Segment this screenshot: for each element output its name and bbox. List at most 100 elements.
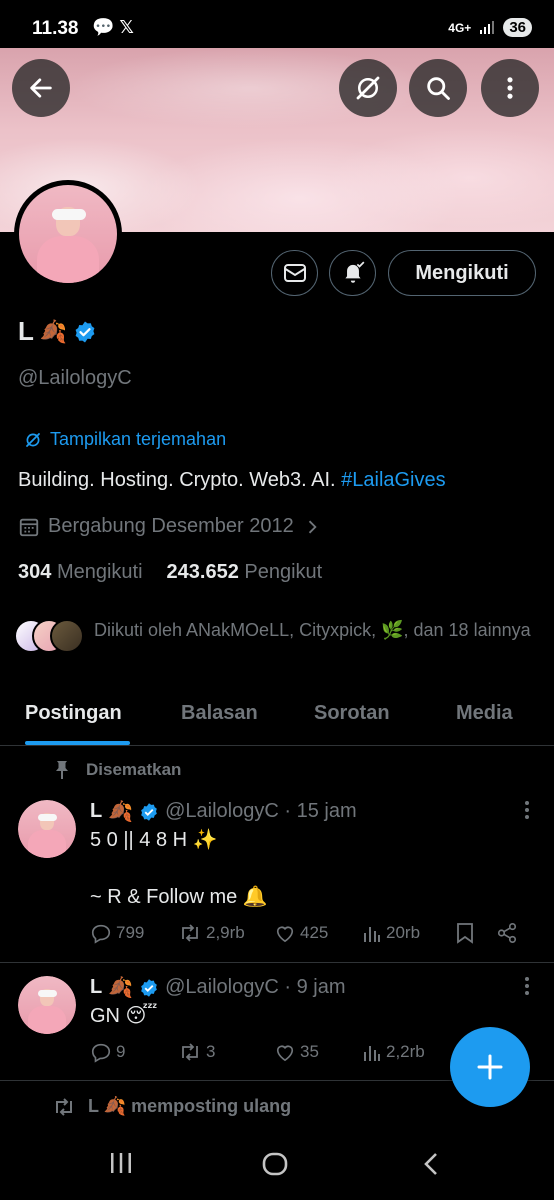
pinned-text: Disematkan [86,760,182,779]
search-button[interactable] [409,59,467,117]
battery-badge: 36 [503,18,532,37]
post-avatar[interactable] [18,800,76,858]
post-handle-time: @LailologyC · 15 jam [165,800,357,822]
translate-icon [356,76,380,100]
pin-icon [56,761,68,779]
tab-replies[interactable]: Balasan [181,702,258,725]
reposted-by-row: L 🍂 memposting ulang [52,1096,291,1117]
reply-icon [91,1043,111,1063]
reply-icon [91,924,111,944]
views-button[interactable]: 2,2rb [362,1042,456,1062]
profile-tabs: Postingan Balasan Sorotan Media [0,690,554,746]
reply-count: 9 [116,1042,126,1061]
reply-count: 799 [116,923,145,942]
translate-label: Tampilkan terjemahan [50,429,227,449]
verified-badge-icon [141,978,157,997]
post-text-line: ~ R & Follow me 🔔 [90,886,268,908]
active-tab-indicator [25,741,130,745]
plus-icon [477,1054,503,1080]
back-button[interactable] [12,59,70,117]
post-handle-time: @LailologyC · 9 jam [165,976,346,998]
more-vertical-icon [525,977,529,995]
notification-icons: 💬 𝕏 [92,17,134,37]
compose-post-button[interactable] [450,1027,530,1107]
notification-toggle-button[interactable] [329,250,376,296]
envelope-icon [283,264,306,282]
repost-icon [56,1097,72,1116]
join-date-text: Bergabung Desember 2012 [48,515,294,537]
view-count: 20rb [386,923,421,942]
reply-button[interactable]: 9 [90,1041,178,1063]
recent-apps-button[interactable] [108,1150,134,1176]
calendar-icon [19,518,39,536]
view-count: 2,2rb [386,1042,425,1061]
display-name: L [18,316,34,346]
post-metrics: 799 2,9rb 425 20rb [90,922,530,944]
home-icon [262,1152,288,1176]
like-button[interactable]: 425 [274,923,362,943]
leaf-emoji: 🍂 [39,318,68,344]
reposted-by-text: L 🍂 memposting ulang [88,1096,292,1116]
home-button[interactable] [261,1150,289,1178]
bookmark-icon [457,923,473,944]
followers-count: 243.652 [166,561,239,583]
followed-by-row[interactable]: Diikuti oleh ANakMOeLL, Cityxpick, 🌿, da… [14,617,534,655]
show-translation-link[interactable]: Tampilkan terjemahan [24,429,226,450]
follower-avatar [50,619,84,653]
message-button[interactable] [271,250,318,296]
pinned-label: Disematkan [54,760,181,780]
share-button[interactable] [496,922,518,944]
back-arrow-icon [30,78,52,98]
system-back-button[interactable] [418,1150,444,1178]
status-right: 4G+ 36 [448,18,532,37]
more-options-button[interactable] [481,59,539,117]
profile-handle: @LailologyC [18,367,132,389]
repost-button[interactable]: 3 [178,1042,274,1062]
heart-icon [276,1045,294,1062]
repost-count: 3 [206,1042,216,1061]
post-more-button[interactable] [524,976,530,996]
more-vertical-icon [507,77,513,99]
reply-button[interactable]: 799 [90,922,178,944]
following-button[interactable]: Mengikuti [388,250,536,296]
like-button[interactable]: 35 [274,1042,362,1062]
post-avatar[interactable] [18,976,76,1034]
chevron-right-icon [308,520,317,533]
followed-by-text: Diikuti oleh ANakMOeLL, Cityxpick, 🌿, da… [94,620,531,640]
translate-small-icon [26,432,40,447]
profile-bio: Building. Hosting. Crypto. Web3. AI. #La… [18,469,446,492]
post-header: L 🍂 @LailologyC · 9 jam [90,975,346,1000]
bookmark-button[interactable] [456,922,496,944]
post-more-button[interactable] [524,800,530,820]
join-date[interactable]: Bergabung Desember 2012 [18,515,322,538]
views-button[interactable]: 20rb [362,923,456,943]
repost-icon [182,924,198,942]
bio-hashtag-link[interactable]: #LailaGives [341,469,446,491]
analytics-icon [364,1046,380,1061]
heart-icon [276,926,294,943]
tab-highlights[interactable]: Sorotan [314,702,390,725]
post-text-line: GN 😴 [90,1005,158,1027]
followers-stat[interactable]: 243.652 Pengikut [167,561,323,584]
tab-media[interactable]: Media [456,702,513,725]
repost-button[interactable]: 2,9rb [178,923,274,943]
tab-posts[interactable]: Postingan [25,702,122,725]
post-divider [0,962,554,963]
translate-toggle-button[interactable] [339,59,397,117]
followers-label: Pengikut [244,561,323,583]
leaf-emoji: 🍂 [108,977,134,999]
following-count: 304 [18,561,52,583]
post-author-name[interactable]: L [90,976,102,999]
chevron-left-icon [424,1153,437,1175]
following-stat[interactable]: 304 Mengikuti [18,561,143,584]
post-author-name[interactable]: L [90,800,102,823]
signal-icon [480,20,495,34]
verified-badge-icon [141,802,157,821]
search-icon [427,77,450,100]
profile-avatar[interactable] [14,180,122,288]
network-label: 4G+ [448,20,472,35]
status-bar: 11.38 💬 𝕏 4G+ 36 [0,0,554,48]
more-vertical-icon [525,801,529,819]
system-nav-bar [0,1130,554,1200]
bell-check-icon [344,261,364,283]
